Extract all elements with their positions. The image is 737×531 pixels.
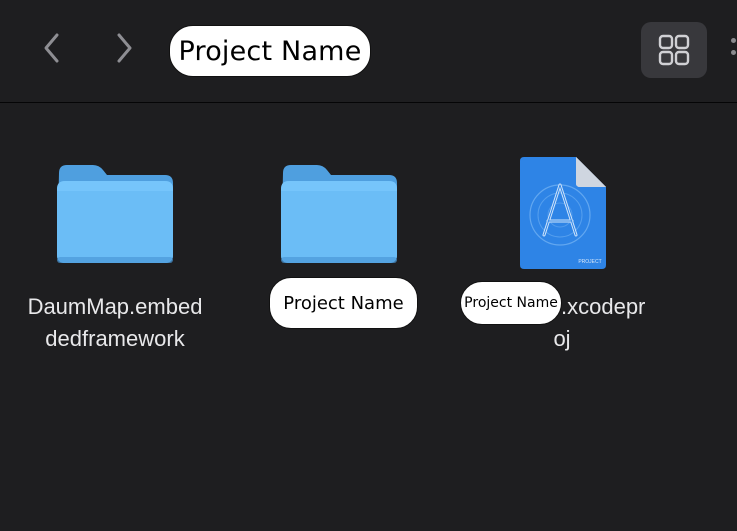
- xcode-project-icon: PROJECT: [520, 157, 606, 269]
- file-name-label: Project Name: [269, 277, 418, 329]
- finder-window: Project Name DaumMap.embed dedframework …: [0, 0, 737, 531]
- grid-view-icon: [658, 34, 690, 66]
- chevron-right-icon: [117, 33, 132, 63]
- toolbar: Project Name: [0, 0, 737, 103]
- view-mode-button[interactable]: [641, 22, 707, 78]
- file-item-daummap-framework[interactable]: DaumMap.embed dedframework: [0, 103, 230, 363]
- chevron-left-icon: [44, 33, 59, 63]
- file-name-suffix-line1: .xcodepr: [561, 294, 646, 319]
- folder-icon: [57, 165, 173, 263]
- file-name-line1: DaumMap.embed: [27, 294, 203, 319]
- window-title: Project Name: [169, 25, 371, 77]
- project-badge: PROJECT: [578, 259, 601, 265]
- forward-button[interactable]: [104, 28, 144, 68]
- file-item-project-folder[interactable]: Project Name: [240, 103, 440, 343]
- more-options-button[interactable]: [726, 30, 737, 70]
- file-name-label-pill: Project Name: [460, 281, 562, 325]
- file-item-xcodeproj[interactable]: PROJECT Project Name .xcodepr oj: [455, 103, 675, 363]
- file-name-suffix-line2: oj: [553, 326, 571, 351]
- back-button[interactable]: [32, 28, 72, 68]
- file-grid: DaumMap.embed dedframework Project Name: [0, 103, 737, 531]
- folder-icon: [281, 165, 397, 263]
- file-name-line2: dedframework: [45, 326, 185, 351]
- more-vertical-icon: [731, 38, 736, 43]
